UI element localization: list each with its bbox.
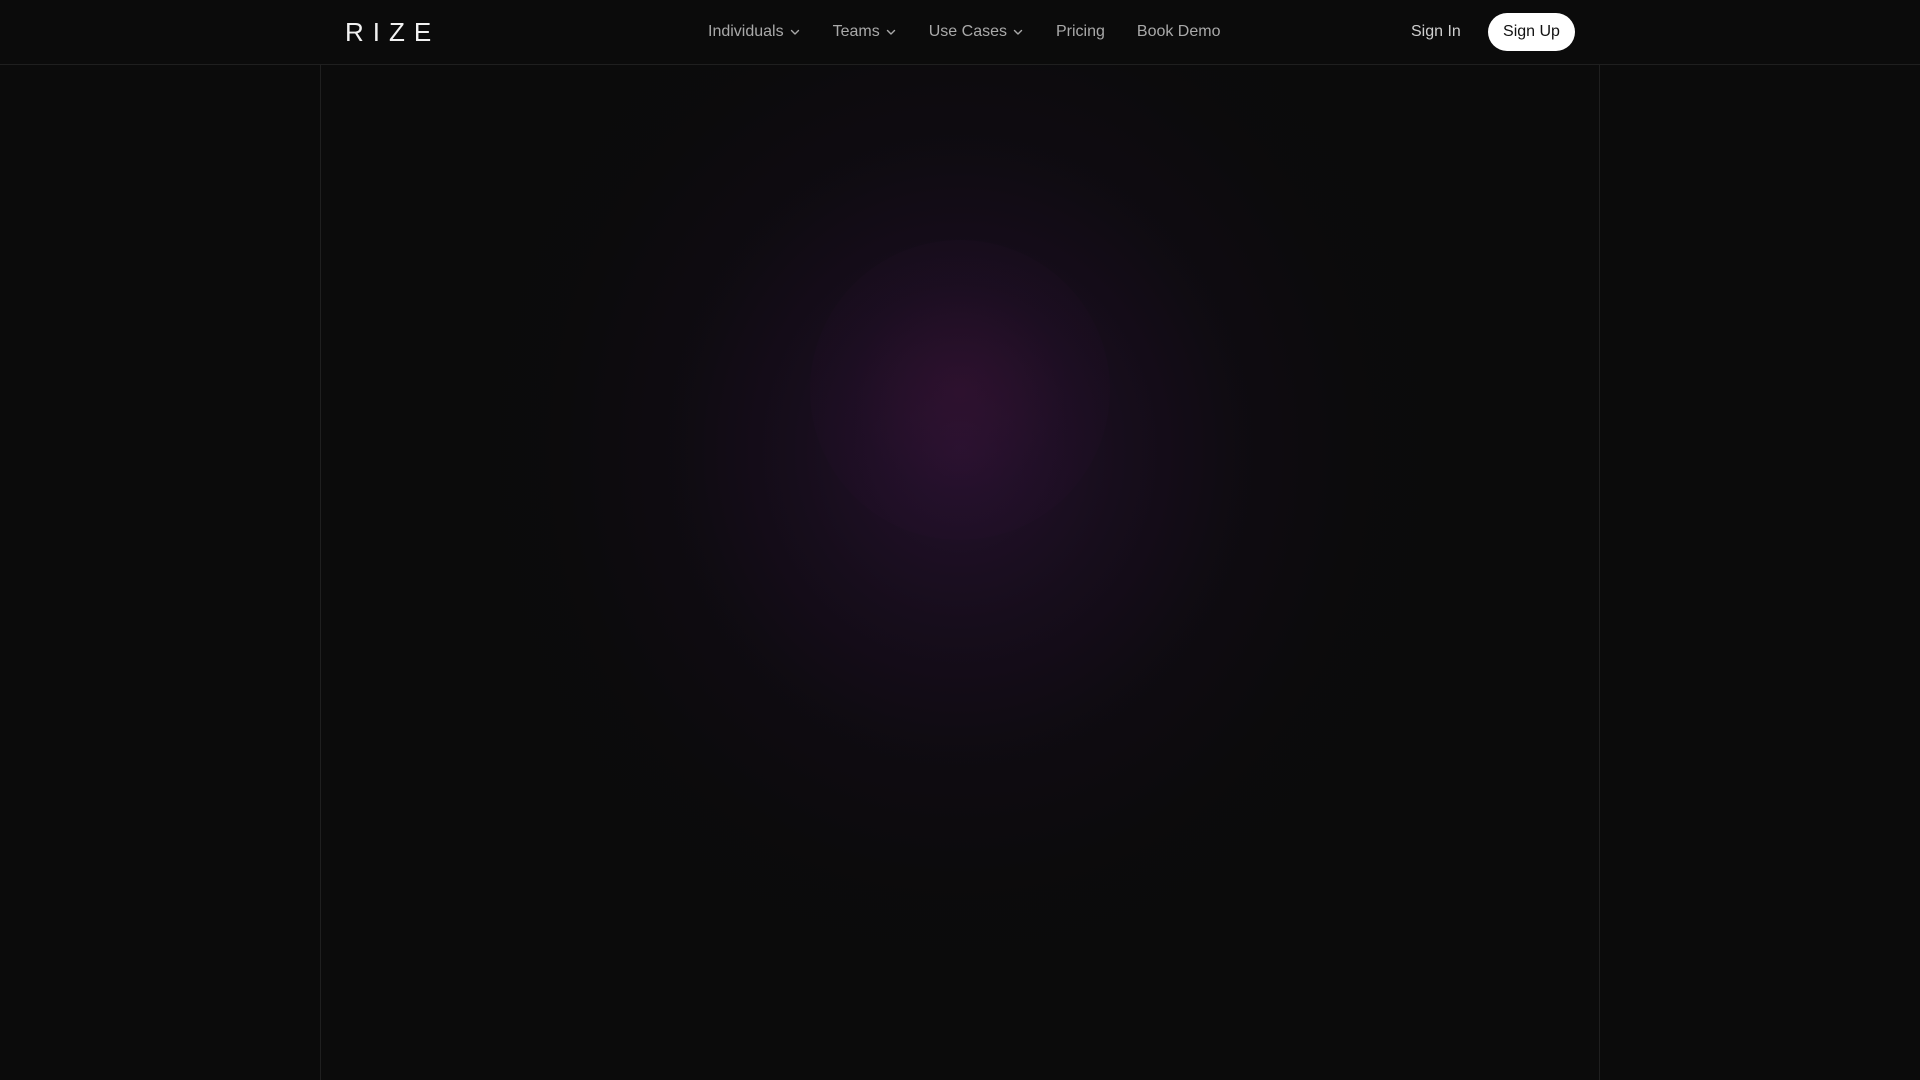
chevron-down-icon [1012, 26, 1024, 38]
nav-item-label: Use Cases [928, 23, 1007, 40]
rize-logo[interactable]: RIZE [345, 17, 440, 47]
nav-item-individuals[interactable]: Individuals [708, 23, 801, 41]
nav-item-use-cases[interactable]: Use Cases [929, 23, 1024, 41]
nav-item-label: Pricing [1055, 23, 1105, 40]
left-divider [320, 0, 321, 1080]
page: RIZE Individuals Teams Use Cases Pricing… [0, 0, 1920, 1080]
nav-item-label: Teams [832, 23, 880, 40]
nav-item-book-demo[interactable]: Book Demo [1137, 23, 1221, 41]
main-nav: Individuals Teams Use Cases Pricing Book… [708, 0, 1220, 64]
chevron-down-icon [885, 26, 897, 38]
navbar-inner: RIZE Individuals Teams Use Cases Pricing… [321, 0, 1599, 64]
nav-item-teams[interactable]: Teams [833, 23, 897, 41]
hero-section [321, 65, 1599, 1080]
sign-in-link[interactable]: Sign In [1411, 0, 1461, 64]
chevron-down-icon [789, 26, 801, 38]
hero-glow [810, 239, 1110, 540]
sign-up-button[interactable]: Sign Up [1488, 13, 1575, 51]
nav-item-label: Individuals [708, 23, 784, 40]
right-divider [1599, 0, 1600, 1080]
nav-item-label: Book Demo [1136, 23, 1221, 40]
nav-item-pricing[interactable]: Pricing [1056, 23, 1105, 41]
top-navbar: RIZE Individuals Teams Use Cases Pricing… [0, 0, 1920, 65]
